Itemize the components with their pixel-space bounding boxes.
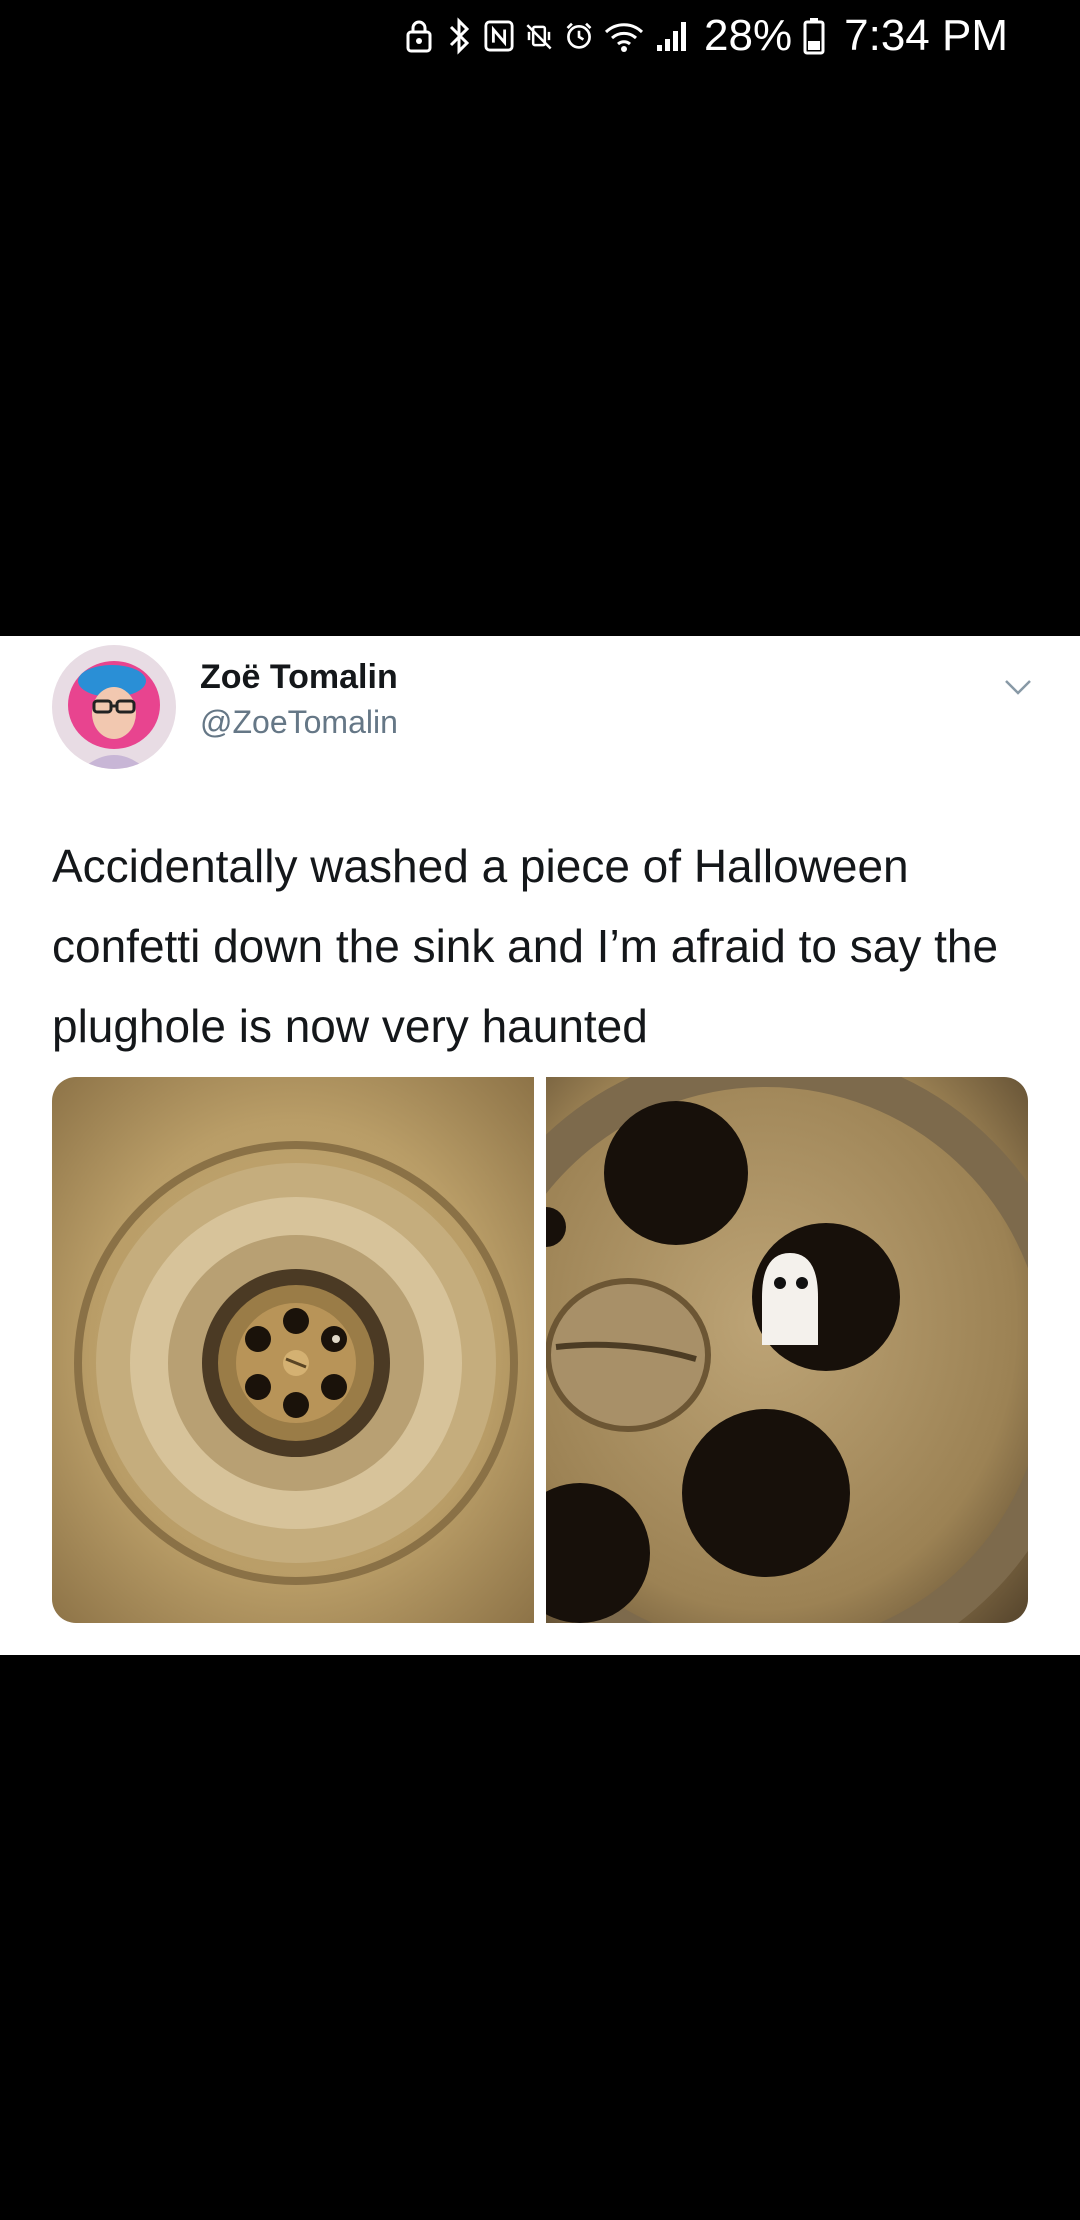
avatar[interactable] xyxy=(52,645,176,769)
wifi-icon xyxy=(604,16,644,56)
vibrate-icon xyxy=(524,16,554,56)
author-name[interactable]: Zoë Tomalin xyxy=(200,656,398,698)
battery-icon xyxy=(802,16,826,56)
nfc-icon xyxy=(484,16,514,56)
bluetooth-icon xyxy=(444,16,474,56)
tweet-media[interactable] xyxy=(52,1077,1028,1623)
status-time: 7:34 PM xyxy=(844,11,1008,60)
signal-icon xyxy=(654,16,692,56)
chevron-down-icon[interactable] xyxy=(1000,672,1036,702)
lock-icon xyxy=(404,16,434,56)
alarm-icon xyxy=(564,16,594,56)
tweet-text: Accidentally washed a piece of Halloween… xyxy=(52,840,999,1052)
status-icons: 28% 7:34 PM xyxy=(404,6,1008,66)
author-handle[interactable]: @ZoeTomalin xyxy=(200,702,398,742)
status-bar: 28% 7:34 PM xyxy=(0,0,1080,72)
plughole-ghost-photo[interactable] xyxy=(546,1077,1028,1623)
battery-percent: 28% xyxy=(704,11,793,60)
sink-drain-photo[interactable] xyxy=(52,1077,534,1623)
